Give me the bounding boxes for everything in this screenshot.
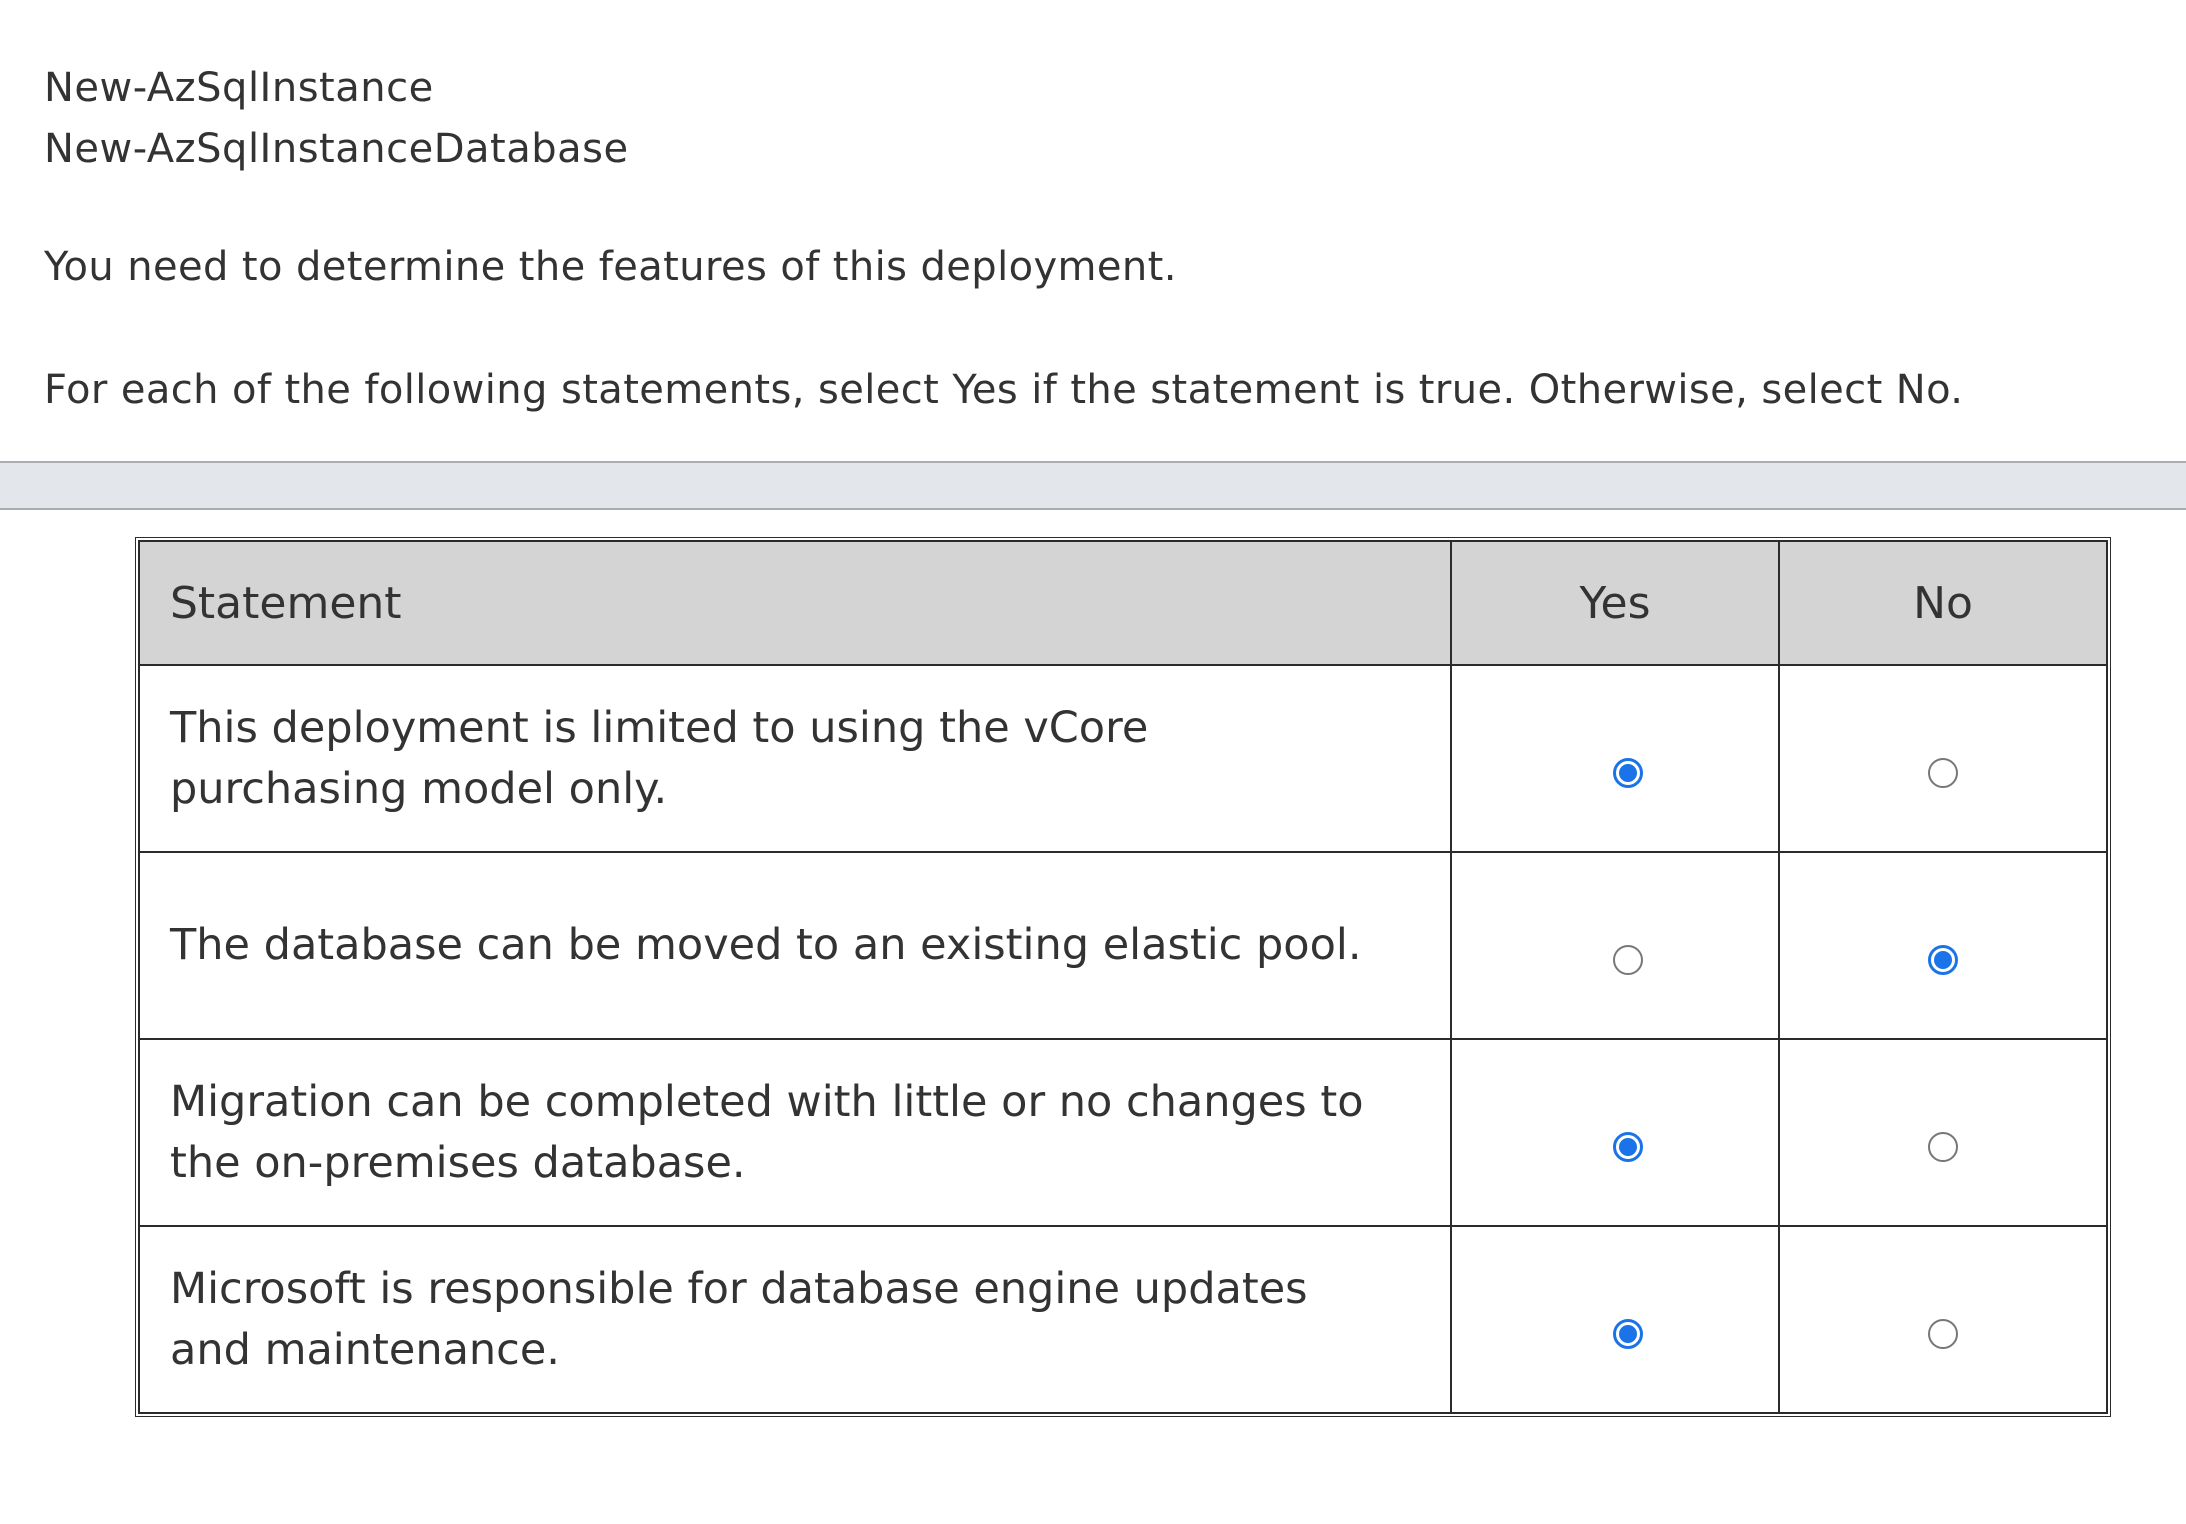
no-radio[interactable] <box>1928 944 1958 975</box>
no-radio[interactable] <box>1928 757 1958 788</box>
yes-radio[interactable] <box>1613 1318 1643 1349</box>
yes-cell <box>1451 852 1779 1039</box>
table-row: Microsoft is responsible for database en… <box>139 1226 2107 1413</box>
no-cell <box>1779 852 2107 1039</box>
yes-radio[interactable] <box>1613 757 1643 788</box>
yes-radio[interactable] <box>1613 1131 1643 1162</box>
section-divider <box>0 461 2186 510</box>
command-new-azsqlinstancedatabase: New-AzSqlInstanceDatabase <box>44 126 629 172</box>
no-cell <box>1779 1039 2107 1226</box>
table-row: Migration can be completed with little o… <box>139 1039 2107 1226</box>
statement-cell: Microsoft is responsible for database en… <box>139 1226 1451 1413</box>
command-new-azsqlinstance: New-AzSqlInstance <box>44 65 434 111</box>
yes-cell <box>1451 665 1779 852</box>
no-cell <box>1779 1226 2107 1413</box>
statement-cell: This deployment is limited to using the … <box>139 665 1451 852</box>
answer-table: Statement Yes No This deployment is limi… <box>135 537 2111 1417</box>
yes-cell <box>1451 1039 1779 1226</box>
yes-cell <box>1451 1226 1779 1413</box>
table-row: This deployment is limited to using the … <box>139 665 2107 852</box>
no-radio[interactable] <box>1928 1318 1958 1349</box>
statement-cell: The database can be moved to an existing… <box>139 852 1451 1039</box>
statement-cell: Migration can be completed with little o… <box>139 1039 1451 1226</box>
header-yes: Yes <box>1451 541 1779 665</box>
header-statement: Statement <box>139 541 1451 665</box>
instruction-text: For each of the following statements, se… <box>44 367 1964 413</box>
command-list: New-AzSqlInstance New-AzSqlInstanceDatab… <box>44 58 629 180</box>
no-radio[interactable] <box>1928 1131 1958 1162</box>
table-header-row: Statement Yes No <box>139 541 2107 665</box>
header-no: No <box>1779 541 2107 665</box>
no-cell <box>1779 665 2107 852</box>
intro-text: You need to determine the features of th… <box>44 244 1177 290</box>
yes-radio[interactable] <box>1613 944 1643 975</box>
table-row: The database can be moved to an existing… <box>139 852 2107 1039</box>
